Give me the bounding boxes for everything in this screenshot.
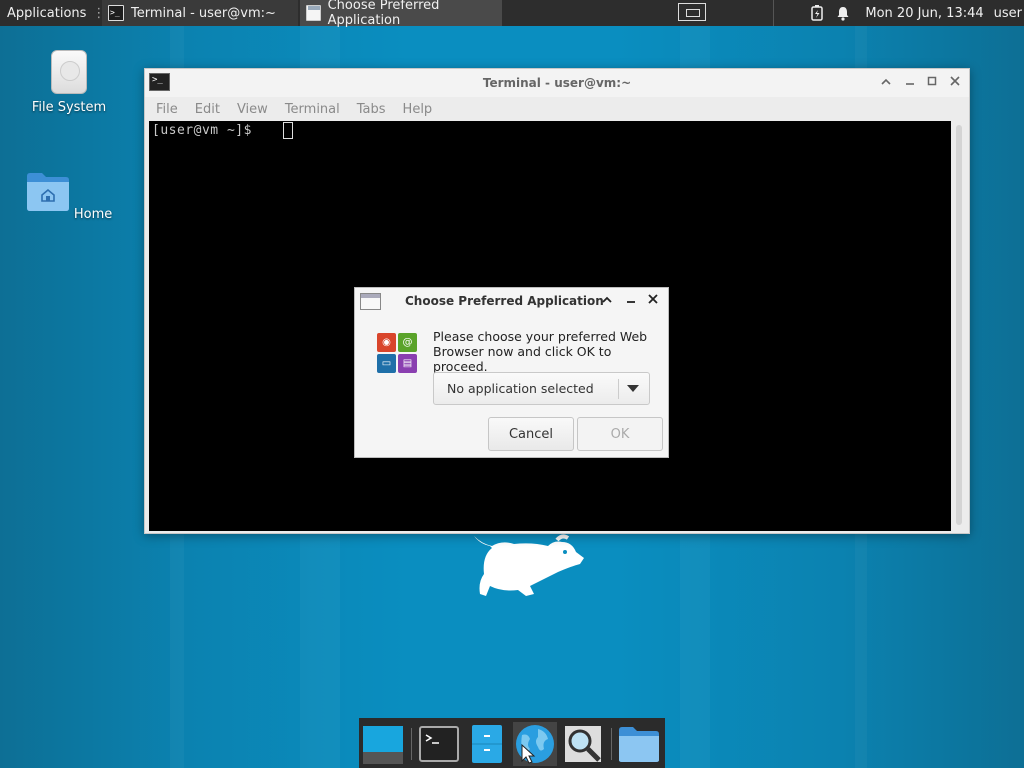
maximize-button[interactable] [925, 75, 939, 89]
ok-button[interactable]: OK [577, 417, 663, 451]
browser-cell-icon: ◉ [377, 333, 396, 352]
dialog-message: Please choose your preferred Web Browser… [433, 329, 648, 374]
close-button[interactable] [948, 75, 962, 89]
cancel-button[interactable]: Cancel [488, 417, 574, 451]
desktop-icon-home[interactable]: Home [24, 170, 114, 222]
notification-bell-icon[interactable] [835, 5, 851, 21]
menu-terminal[interactable]: Terminal [285, 102, 340, 117]
window-icon [306, 5, 321, 21]
text-cursor [283, 122, 293, 139]
window-icon[interactable] [360, 293, 381, 310]
panel-divider [773, 0, 774, 26]
menu-file[interactable]: File [156, 102, 178, 117]
applications-menu[interactable]: Applications ⋮ [0, 0, 105, 26]
application-select[interactable]: No application selected [433, 372, 650, 405]
folder-icon [619, 727, 659, 762]
drive-icon [51, 50, 87, 94]
dialog-titlebar[interactable]: Choose Preferred Application [355, 288, 668, 316]
magnifier-icon [565, 726, 601, 762]
dock [359, 718, 665, 768]
desktop-icon-label: Home [73, 207, 113, 222]
terminal-menubar: File Edit View Terminal Tabs Help [145, 97, 969, 121]
applications-label: Applications [7, 5, 87, 21]
select-divider [618, 379, 619, 399]
user-menu[interactable]: user [994, 6, 1022, 21]
shade-button[interactable] [600, 294, 614, 308]
show-desktop-icon [363, 726, 403, 764]
preferred-application-dialog: Choose Preferred Application ◉ @ ▭ ▤ Ple… [354, 287, 669, 458]
taskbar-button-terminal[interactable]: >_ Terminal - user@vm:~ [102, 0, 298, 26]
dock-terminal[interactable] [417, 722, 461, 766]
xfce-mouse-mascot [474, 534, 584, 596]
dock-show-desktop[interactable] [361, 722, 405, 766]
shell-prompt: [user@vm ~]$ [152, 123, 252, 138]
minimize-button[interactable] [903, 75, 917, 89]
desktop-icon-label: File System [31, 100, 107, 115]
taskbar-button-dialog[interactable]: Choose Preferred Application [300, 0, 502, 28]
scrollbar-thumb[interactable] [956, 125, 962, 525]
terminal-titlebar[interactable]: >_ Terminal - user@vm:~ [145, 69, 969, 97]
menu-help[interactable]: Help [403, 102, 433, 117]
dock-app-finder[interactable] [561, 722, 605, 766]
terminal-window-title: Terminal - user@vm:~ [482, 76, 632, 90]
file-cabinet-icon [472, 725, 502, 763]
dock-home-folder[interactable] [617, 722, 661, 766]
terminal-scrollbar[interactable] [951, 121, 967, 531]
taskbar-label-terminal: Terminal - user@vm:~ [131, 5, 276, 21]
clock[interactable]: Mon 20 Jun, 13:44 [865, 6, 983, 21]
home-folder-icon [26, 173, 69, 211]
taskbar-label-dialog: Choose Preferred Application [327, 0, 440, 28]
desktop-icon-file-system[interactable]: File System [24, 50, 114, 115]
dialog-title: Choose Preferred Application [405, 294, 604, 308]
terminal-cell-icon: ▭ [377, 354, 396, 373]
preferred-applications-icon: ◉ @ ▭ ▤ [377, 333, 417, 373]
application-select-value: No application selected [447, 381, 594, 396]
menu-edit[interactable]: Edit [195, 102, 220, 117]
dock-separator [611, 728, 612, 760]
workspace-switcher[interactable] [678, 3, 706, 21]
files-cell-icon: ▤ [398, 354, 417, 373]
power-manager-icon[interactable] [809, 5, 825, 21]
dock-separator [411, 728, 412, 760]
system-tray: Mon 20 Jun, 13:44 user [809, 0, 1024, 26]
close-button[interactable] [646, 294, 660, 308]
menu-tabs[interactable]: Tabs [357, 102, 386, 117]
top-panel: Applications ⋮ >_ Terminal - user@vm:~ C… [0, 0, 1024, 28]
minimize-button[interactable] [624, 294, 638, 308]
terminal-icon: >_ [108, 5, 124, 21]
menu-view[interactable]: View [237, 102, 268, 117]
dock-file-manager[interactable] [465, 722, 509, 766]
mail-cell-icon: @ [398, 333, 417, 352]
globe-icon [516, 725, 554, 764]
dock-web-browser[interactable] [513, 722, 557, 766]
chevron-down-icon[interactable] [627, 385, 639, 392]
terminal-icon [419, 726, 459, 762]
shade-button[interactable] [879, 75, 893, 89]
